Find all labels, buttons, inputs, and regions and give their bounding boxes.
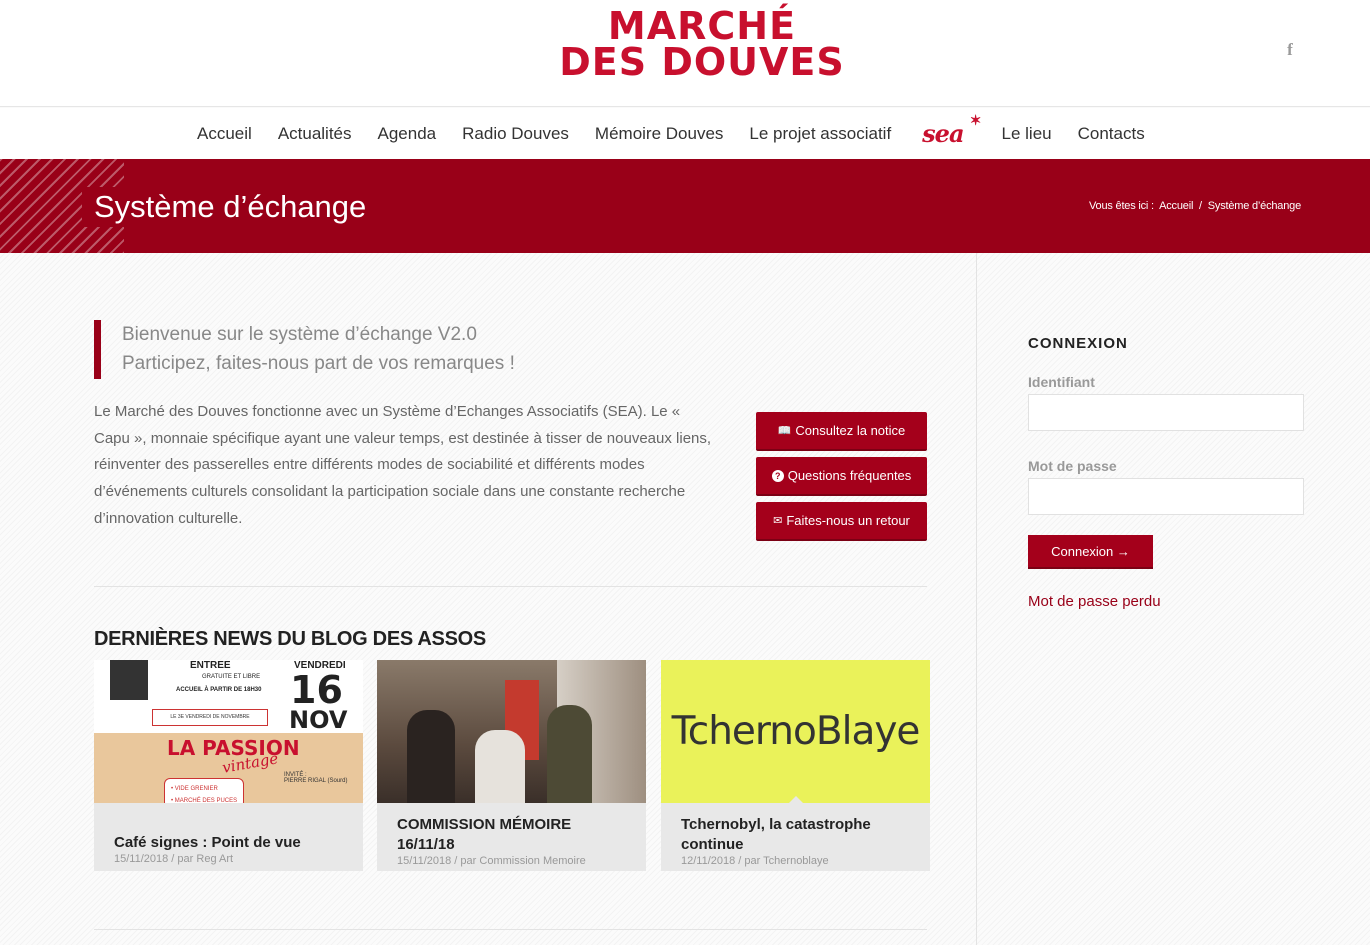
- breadcrumb-current: Système d’échange: [1207, 200, 1301, 212]
- username-label: Identifiant: [1028, 374, 1095, 390]
- sidebar-divider: [976, 253, 977, 945]
- notice-button[interactable]: 📖 Consultez la notice: [756, 412, 927, 451]
- nav-item-memoire-douves[interactable]: Mémoire Douves: [582, 124, 737, 144]
- username-input[interactable]: [1028, 394, 1304, 431]
- nav-item-agenda[interactable]: Agenda: [365, 124, 450, 144]
- breadcrumb-separator: /: [1199, 200, 1202, 212]
- card-caption: COMMISSION MÉMOIRE 16/11/18 15/11/2018 /…: [377, 803, 646, 871]
- faq-button-label: Questions fréquentes: [787, 468, 912, 483]
- tchernoblaye-logo: TchernoBlaye: [671, 709, 921, 754]
- logo-line1: MARCHÉ: [607, 4, 797, 48]
- card-meta: 15/11/2018 / par Reg Art: [114, 853, 234, 865]
- feedback-button[interactable]: ✉ Faites-nous un retour: [756, 502, 927, 541]
- question-icon: ?: [771, 469, 784, 482]
- card-author: par Reg Art: [177, 853, 234, 865]
- news-section-title: DERNIÈRES NEWS DU BLOG DES ASSOS: [94, 628, 486, 650]
- lost-password-link[interactable]: Mot de passe perdu: [1028, 593, 1161, 610]
- password-input[interactable]: [1028, 478, 1304, 515]
- card-title: COMMISSION MÉMOIRE 16/11/18: [397, 816, 572, 853]
- card-meta: 15/11/2018 / par Commission Memoire: [397, 855, 586, 867]
- card-image-poster: ENTREE GRATUITE ET LIBRE ACCUEIL À PARTI…: [94, 660, 363, 803]
- card-title: Café signes : Point de vue: [114, 834, 301, 851]
- welcome-quote: Bienvenue sur le système d’échange V2.0 …: [94, 320, 654, 379]
- poster-entree: ENTREE: [190, 660, 231, 671]
- poster-invite: INVITÉ : PIERRE RIGAL (Sourd): [284, 772, 348, 784]
- book-icon: 📖: [777, 425, 792, 437]
- breadcrumb: Vous êtes ici : Accueil / Système d’écha…: [1089, 200, 1304, 212]
- page-title: Système d’échange: [82, 187, 379, 227]
- card-date: 15/11/2018: [397, 855, 452, 867]
- breadcrumb-home-link[interactable]: Accueil: [1159, 200, 1193, 212]
- card-meta: 12/11/2018 / par Tchernoblaye: [681, 855, 829, 867]
- envelope-icon: ✉: [773, 515, 783, 527]
- breadcrumb-prefix: Vous êtes ici :: [1089, 200, 1154, 212]
- card-author: par Tchernoblaye: [744, 855, 829, 867]
- news-card-commission-memoire[interactable]: COMMISSION MÉMOIRE 16/11/18 15/11/2018 /…: [377, 660, 646, 871]
- quote-line2: Participez, faites-nous part de vos rema…: [122, 353, 515, 374]
- intro-text: Le Marché des Douves fonctionne avec un …: [94, 403, 712, 527]
- card-caption: Café signes : Point de vue 15/11/2018 / …: [94, 803, 363, 871]
- password-label: Mot de passe: [1028, 458, 1117, 474]
- facebook-icon[interactable]: f: [1280, 40, 1300, 64]
- notice-button-label: Consultez la notice: [795, 423, 906, 438]
- card-date: 12/11/2018: [681, 855, 736, 867]
- nav-item-actualites[interactable]: Actualités: [265, 124, 365, 144]
- poster-warning: LE 3E VENDREDI DE NOVEMBRE: [152, 709, 268, 726]
- site-header: MARCHÉ DES DOUVES f: [0, 0, 1370, 107]
- card-date: 15/11/2018: [114, 853, 169, 865]
- sign-language-icon: [110, 660, 148, 700]
- logo-line2: DES DOUVES: [559, 40, 845, 84]
- poster-month: NOV: [289, 706, 348, 734]
- login-button[interactable]: Connexion →: [1028, 535, 1153, 569]
- title-band: Système d’échange Vous êtes ici : Accuei…: [0, 159, 1370, 253]
- faq-button[interactable]: ? Questions fréquentes: [756, 457, 927, 496]
- nav-item-contacts[interactable]: Contacts: [1065, 124, 1158, 144]
- nav-item-radio-douves[interactable]: Radio Douves: [449, 124, 582, 144]
- site-logo[interactable]: MARCHÉ DES DOUVES: [552, 4, 852, 84]
- nav-item-accueil[interactable]: Accueil: [184, 124, 265, 144]
- card-caption: Tchernobyl, la catastrophe continue 12/1…: [661, 803, 930, 871]
- section-divider-bottom: [94, 929, 927, 930]
- card-image-logo: TchernoBlaye: [661, 660, 930, 803]
- nav-item-le-lieu[interactable]: Le lieu: [989, 124, 1065, 144]
- card-author: par Commission Memoire: [460, 855, 586, 867]
- news-card-tchernobyl[interactable]: TchernoBlaye Tchernobyl, la catastrophe …: [661, 660, 930, 871]
- sparkle-icon: ✶: [969, 113, 982, 129]
- card-title: Tchernobyl, la catastrophe continue: [681, 816, 871, 853]
- quote-line1: Bienvenue sur le système d’échange V2.0: [122, 324, 477, 345]
- poster-list: • VIDE GRENIER • MARCHÉ DES PUCES • BROC…: [164, 778, 244, 803]
- poster-gratuite: GRATUITE ET LIBRE: [202, 674, 261, 680]
- feedback-button-label: Faites-nous un retour: [786, 513, 910, 528]
- main-nav: Accueil Actualités Agenda Radio Douves M…: [0, 108, 1370, 159]
- card-image-photo: [377, 660, 646, 803]
- sea-logo-text: sea: [922, 119, 964, 148]
- nav-item-projet-associatif[interactable]: Le projet associatif: [736, 124, 904, 144]
- nav-item-sea-logo[interactable]: sea ✶: [904, 113, 988, 148]
- section-divider: [94, 586, 927, 587]
- poster-accueil: ACCUEIL À PARTIR DE 18H30: [176, 687, 262, 693]
- news-card-cafe-signes[interactable]: ENTREE GRATUITE ET LIBRE ACCUEIL À PARTI…: [94, 660, 363, 871]
- login-heading: CONNEXION: [1028, 335, 1128, 352]
